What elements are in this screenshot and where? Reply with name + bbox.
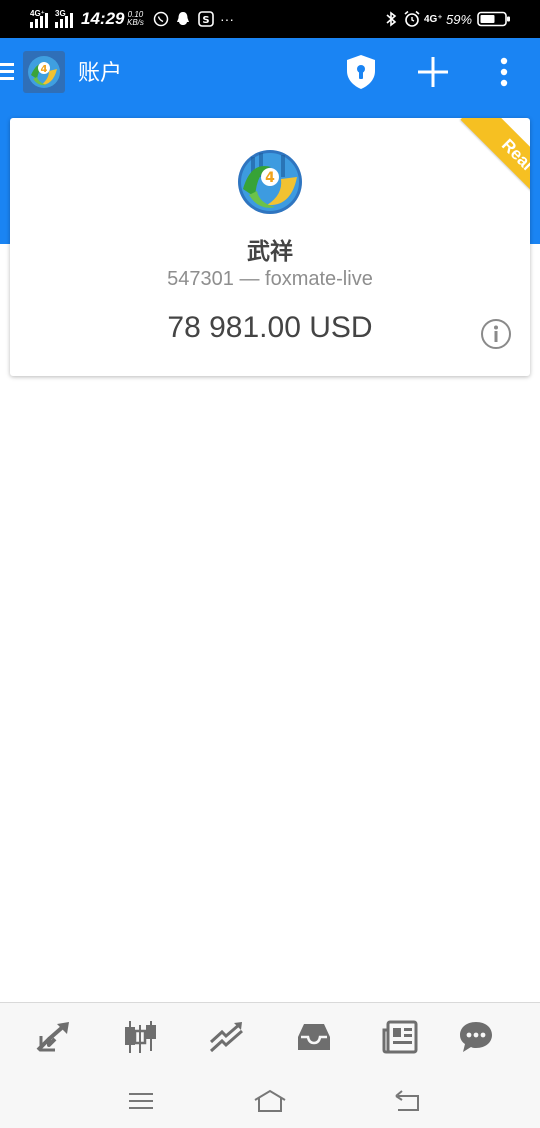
menu-icon[interactable] <box>0 58 16 84</box>
news-icon[interactable] <box>373 1015 427 1059</box>
svg-text:4: 4 <box>265 170 275 186</box>
account-type-badge: Real <box>460 118 530 208</box>
network-speed: 0.10 KB/s <box>127 0 144 38</box>
account-login-server: 547301 — foxmate-live <box>167 268 373 290</box>
speed-unit: KB/s <box>127 18 144 27</box>
info-icon[interactable] <box>478 316 514 352</box>
account-holder-name: 武祥 <box>247 239 293 265</box>
history-icon[interactable] <box>287 1015 341 1059</box>
mt4-logo-icon[interactable]: 4 <box>22 50 66 94</box>
account-avatar-mt4-icon: 4 <box>236 148 304 216</box>
svg-text:S: S <box>202 15 209 26</box>
account-balance: 78 981.00 USD <box>167 311 373 344</box>
alarm-icon <box>403 0 421 38</box>
clock: 14:29 <box>81 9 125 28</box>
home-icon <box>254 1089 286 1112</box>
network-type-right: 4G⁺ <box>424 13 443 25</box>
back-icon <box>395 1090 419 1111</box>
signal-3g-indicator: 3G <box>55 0 77 38</box>
shield-lock-icon[interactable] <box>340 52 382 92</box>
battery-icon <box>477 0 511 38</box>
network-type-label: 3G <box>55 9 66 18</box>
svg-text:4: 4 <box>41 64 48 75</box>
network-type-label: 4G⁺ <box>30 9 45 18</box>
whatsapp-icon <box>153 0 169 38</box>
chart-icon[interactable] <box>113 1015 167 1059</box>
recent-apps-button[interactable] <box>116 1079 166 1123</box>
battery-percent: 59% <box>446 11 473 27</box>
signal-4g-indicator: 4G⁺ <box>30 0 52 38</box>
back-button[interactable] <box>383 1079 433 1123</box>
trade-icon[interactable] <box>200 1015 254 1059</box>
more-notifications: ··· <box>220 11 234 27</box>
page-title: 账户 <box>78 61 123 86</box>
chat-icon[interactable] <box>449 1015 503 1059</box>
recent-apps-icon <box>129 1093 153 1109</box>
home-button[interactable] <box>245 1079 295 1123</box>
bluetooth-icon <box>385 0 397 38</box>
sogou-icon: S <box>198 0 214 38</box>
bottom-navigation <box>0 1002 540 1128</box>
quotes-icon[interactable] <box>27 1015 81 1059</box>
account-card[interactable]: Real 4 武祥 547301 — foxmate-live 78 981.0… <box>10 118 530 376</box>
qq-icon <box>176 0 190 38</box>
status-bar: 4G⁺ 3G 14:29 0.10 KB/s S ··· 4G⁺ 59% <box>0 0 540 38</box>
add-icon[interactable] <box>412 52 454 92</box>
overflow-menu-icon[interactable] <box>490 52 518 92</box>
account-type-ribbon: Real <box>440 118 530 208</box>
